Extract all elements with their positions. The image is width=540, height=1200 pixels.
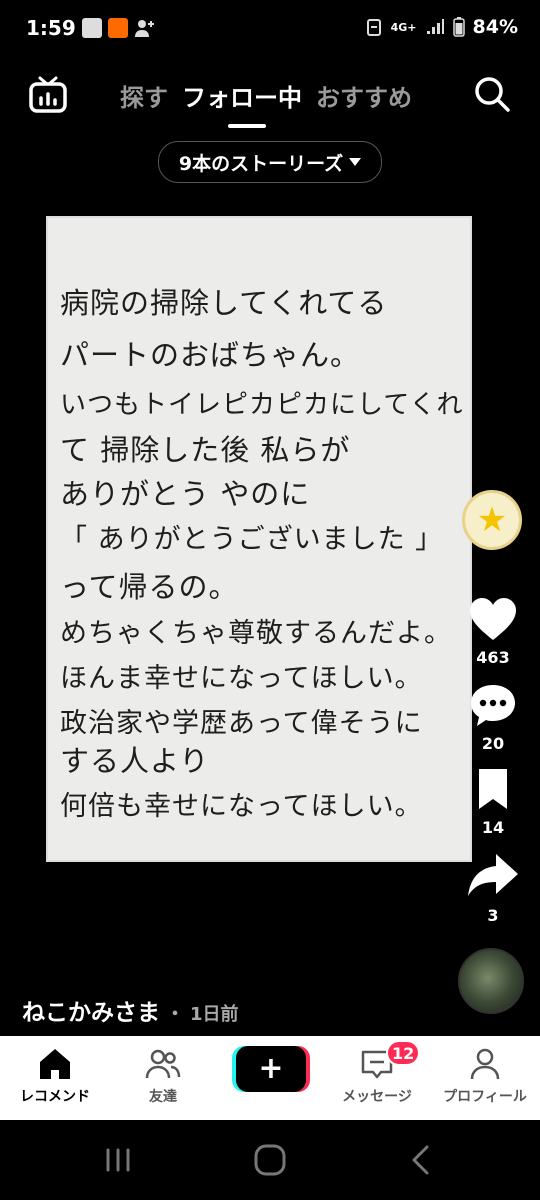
author-separator: ・ bbox=[166, 1004, 184, 1025]
note-line: パートのおばちゃん。 bbox=[60, 338, 361, 372]
nav-friends-label: 友達 bbox=[149, 1089, 177, 1105]
battery-icon bbox=[452, 17, 465, 37]
comment-icon bbox=[471, 685, 515, 726]
share-button[interactable]: 3 bbox=[458, 850, 528, 925]
creator-avatar[interactable]: ★ bbox=[462, 490, 522, 550]
nav-messages-label: メッセージ bbox=[342, 1089, 412, 1105]
notification-app-icon bbox=[82, 18, 102, 38]
handwritten-note-image[interactable]: 病院の掃除してくれてる パートのおばちゃん。 いつもトイレピカピカにしてくれ て… bbox=[46, 216, 472, 862]
recents-icon[interactable] bbox=[100, 1142, 136, 1178]
person-add-icon bbox=[135, 20, 154, 37]
nav-friends[interactable]: 友達 bbox=[108, 1046, 218, 1106]
heart-icon bbox=[470, 598, 516, 640]
bookmark-icon bbox=[479, 769, 507, 809]
note-line: 「 ありがとうございました 」 bbox=[60, 524, 444, 555]
message-badge: 12 bbox=[386, 1040, 421, 1066]
note-line: 病院の掃除してくれてる bbox=[60, 286, 388, 320]
note-line: めちゃくちゃ尊敬するんだよ。 bbox=[60, 618, 452, 649]
music-disc[interactable] bbox=[458, 948, 524, 1014]
note-line: する人より bbox=[60, 744, 210, 778]
search-icon[interactable] bbox=[472, 74, 512, 114]
system-status: 4G+ 84% bbox=[365, 16, 518, 38]
status-time: 1:59 bbox=[26, 16, 76, 40]
note-line: 何倍も幸せになってほしい。 bbox=[60, 791, 423, 822]
post-time: 1日前 bbox=[190, 1004, 239, 1025]
network-type: 4G+ bbox=[390, 20, 417, 34]
stories-dropdown[interactable]: 9本のストーリーズ bbox=[158, 141, 382, 183]
star-icon: ★ bbox=[476, 500, 508, 540]
top-nav: 探す フォロー中 おすすめ bbox=[0, 66, 540, 128]
nav-profile-label: プロフィール bbox=[443, 1089, 527, 1105]
note-line: いつもトイレピカピカにしてくれ bbox=[60, 390, 464, 420]
tab-for-you[interactable]: おすすめ bbox=[316, 78, 412, 113]
bottom-nav: レコメンド 友達 + メッセージ プロフィール bbox=[0, 1036, 540, 1120]
plus-icon: + bbox=[258, 1051, 284, 1086]
signal-icon bbox=[426, 19, 444, 34]
comment-button[interactable]: 20 bbox=[458, 682, 528, 753]
temu-icon bbox=[108, 18, 128, 38]
nav-home[interactable]: レコメンド bbox=[0, 1046, 110, 1106]
battery-percent: 84% bbox=[472, 16, 518, 38]
note-line: ありがとう やのに bbox=[60, 477, 311, 511]
bookmark-button[interactable]: 14 bbox=[458, 766, 528, 837]
stories-label: 9本のストーリーズ bbox=[178, 152, 344, 175]
comment-count: 20 bbox=[481, 734, 505, 753]
friends-icon bbox=[145, 1049, 181, 1079]
back-icon[interactable] bbox=[404, 1142, 440, 1178]
alarm-icon bbox=[366, 19, 381, 36]
system-nav-bar bbox=[0, 1120, 540, 1200]
nav-home-label: レコメンド bbox=[20, 1089, 90, 1105]
like-button[interactable]: 463 bbox=[458, 596, 528, 667]
author-name[interactable]: ねこかみさま bbox=[22, 993, 160, 1027]
share-icon bbox=[468, 854, 518, 896]
home-icon bbox=[40, 1049, 70, 1079]
author-line: ねこかみさま ・ 1日前 bbox=[22, 993, 239, 1027]
caret-down-icon bbox=[349, 158, 362, 166]
tab-explore[interactable]: 探す bbox=[120, 78, 168, 113]
nav-profile[interactable]: プロフィール bbox=[430, 1046, 540, 1106]
active-tab-indicator bbox=[228, 124, 266, 128]
note-line: ほんま幸せになってほしい。 bbox=[60, 663, 423, 694]
note-line: 政治家や学歴あって偉そうに bbox=[60, 708, 423, 739]
tab-following[interactable]: フォロー中 bbox=[182, 78, 302, 113]
feed-tabs: 探す フォロー中 おすすめ bbox=[120, 78, 412, 113]
notification-icons bbox=[82, 18, 156, 38]
status-bar: 1:59 4G+ 84% bbox=[0, 0, 540, 60]
note-line: て 掃除した後 私らが bbox=[60, 433, 351, 467]
bookmark-count: 14 bbox=[481, 818, 505, 837]
note-line: って帰るの。 bbox=[60, 570, 239, 604]
live-tv-icon[interactable] bbox=[28, 74, 68, 114]
create-button[interactable]: + bbox=[236, 1046, 306, 1092]
profile-icon bbox=[470, 1048, 500, 1080]
like-count: 463 bbox=[476, 648, 510, 667]
home-button-icon[interactable] bbox=[252, 1142, 288, 1178]
share-count: 3 bbox=[487, 906, 499, 925]
